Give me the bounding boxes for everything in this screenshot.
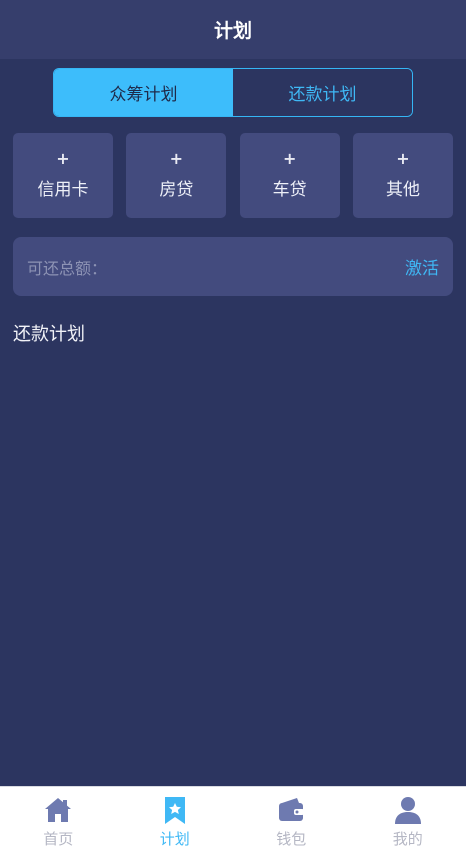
tab-label: 还款计划 xyxy=(288,85,357,105)
tab-crowdfunding-plan[interactable]: 众筹计划 xyxy=(54,69,233,116)
category-label: 房贷 xyxy=(159,180,194,200)
add-other-button[interactable]: + 其他 xyxy=(352,133,453,218)
bottom-tab-bar: 首页 计划 钱包 我的 xyxy=(0,786,466,853)
wallet-icon xyxy=(279,798,305,821)
header: 计划 xyxy=(0,0,466,59)
plus-icon: + xyxy=(282,149,297,168)
add-credit-card-button[interactable]: + 信用卡 xyxy=(13,133,113,218)
section-title: 还款计划 xyxy=(13,324,85,345)
category-label: 其他 xyxy=(385,180,420,200)
tabbar-item-plan[interactable]: 计划 xyxy=(117,787,234,853)
category-label: 车贷 xyxy=(272,180,307,200)
tabbar-label: 计划 xyxy=(159,830,190,848)
repayable-total-label: 可还总额： xyxy=(27,258,108,278)
tabbar-item-wallet[interactable]: 钱包 xyxy=(233,787,350,853)
tab-repayment-plan[interactable]: 还款计划 xyxy=(233,69,412,116)
activate-link[interactable]: 激活 xyxy=(405,254,439,279)
tab-label: 众筹计划 xyxy=(109,85,178,105)
add-car-loan-button[interactable]: + 车贷 xyxy=(239,133,340,218)
plus-icon: + xyxy=(169,149,184,168)
category-grid: + 信用卡 + 房贷 + 车贷 + 其他 xyxy=(13,133,453,218)
tabbar-item-me[interactable]: 我的 xyxy=(350,787,466,853)
repayable-total-box: 可还总额： 激活 xyxy=(13,237,453,296)
tabbar-label: 首页 xyxy=(43,830,74,848)
bookmark-star-icon xyxy=(164,797,185,824)
add-mortgage-button[interactable]: + 房贷 xyxy=(126,133,227,218)
home-icon xyxy=(45,798,72,822)
category-label: 信用卡 xyxy=(37,180,89,200)
page-title: 计划 xyxy=(213,20,252,42)
tabbar-label: 我的 xyxy=(392,830,423,848)
plan-type-switch: 众筹计划 还款计划 xyxy=(53,68,413,117)
tabbar-item-home[interactable]: 首页 xyxy=(0,787,117,853)
tabbar-label: 钱包 xyxy=(276,830,307,848)
plus-icon: + xyxy=(56,149,70,168)
plus-icon: + xyxy=(396,149,410,168)
user-icon xyxy=(394,797,421,824)
